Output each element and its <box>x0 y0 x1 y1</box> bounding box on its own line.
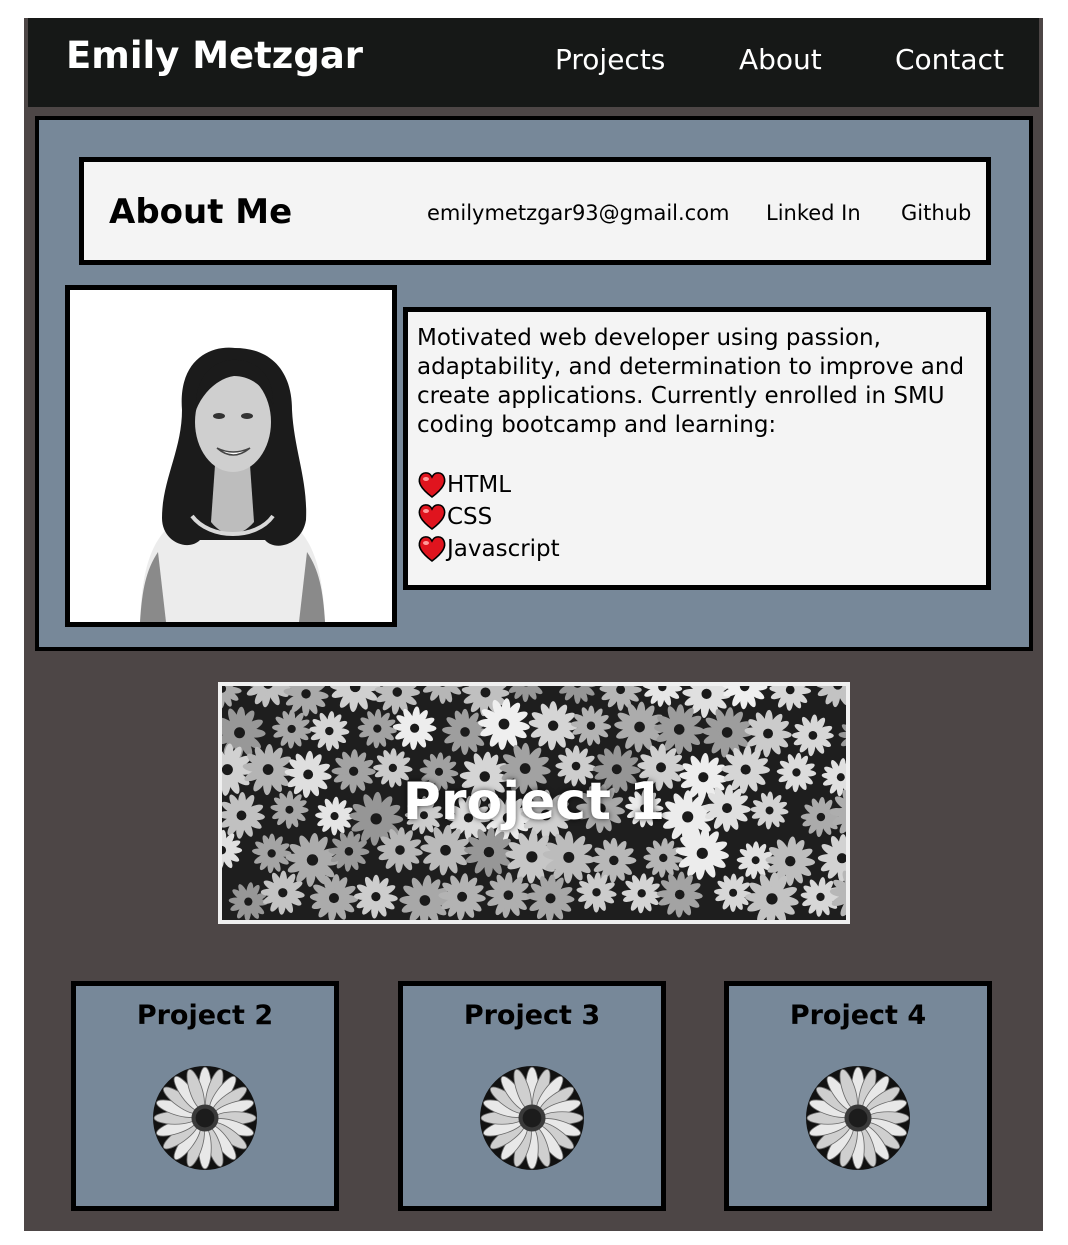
nav-link-about[interactable]: About <box>739 43 822 76</box>
project-card-2[interactable]: Project 2 <box>71 981 339 1211</box>
email-link[interactable]: emilymetzgar93@gmail.com <box>427 201 730 225</box>
project-1-title: Project 1 <box>402 772 666 832</box>
bio-text: Motivated web developer using passion, a… <box>417 325 965 438</box>
skill-label: CSS <box>447 504 493 530</box>
profile-photo <box>65 285 397 627</box>
about-section: About Me emilymetzgar93@gmail.com Linked… <box>35 116 1033 651</box>
bio-box: Motivated web developer using passion, a… <box>403 307 991 590</box>
project-card-title: Project 3 <box>463 1000 601 1031</box>
skill-label: HTML <box>447 472 512 498</box>
heart-icon <box>417 503 447 531</box>
daisy-icon <box>806 1066 910 1170</box>
project-1-banner[interactable]: Project 1 <box>218 682 850 924</box>
skill-item: CSS <box>417 501 976 533</box>
nav-link-projects[interactable]: Projects <box>555 43 665 76</box>
daisy-icon <box>153 1066 257 1170</box>
skill-item: Javascript <box>417 533 976 565</box>
nav-link-contact[interactable]: Contact <box>895 43 1004 76</box>
linkedin-link[interactable]: Linked In <box>766 201 861 225</box>
heart-icon <box>417 535 447 563</box>
project-card-title: Project 2 <box>136 1000 274 1031</box>
page: Emily Metzgar Projects About Contact Abo… <box>24 18 1043 1231</box>
project-card-3[interactable]: Project 3 <box>398 981 666 1211</box>
skill-item: HTML <box>417 469 976 501</box>
navbar: Emily Metzgar Projects About Contact <box>28 18 1039 107</box>
heart-icon <box>417 471 447 499</box>
project-card-4[interactable]: Project 4 <box>724 981 992 1211</box>
skill-label: Javascript <box>447 536 560 562</box>
portrait-image <box>70 290 392 622</box>
daisy-icon <box>480 1066 584 1170</box>
about-header: About Me emilymetzgar93@gmail.com Linked… <box>79 157 991 265</box>
about-title: About Me <box>109 192 293 232</box>
github-link[interactable]: Github <box>901 201 971 225</box>
site-brand[interactable]: Emily Metzgar <box>66 34 363 77</box>
project-card-title: Project 4 <box>789 1000 927 1031</box>
